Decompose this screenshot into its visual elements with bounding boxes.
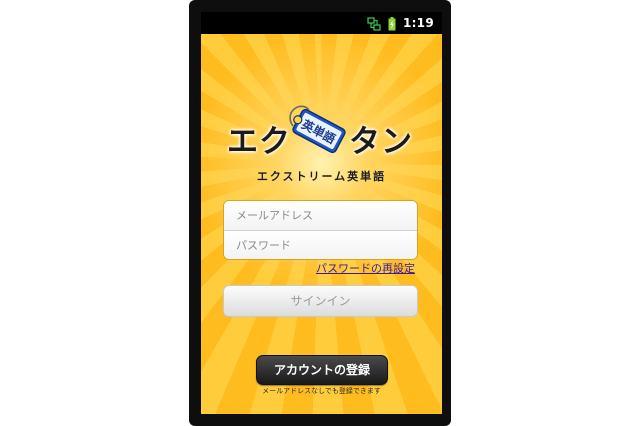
- login-form: [223, 200, 418, 260]
- email-field[interactable]: [224, 201, 417, 230]
- battery-charging-icon: [388, 16, 396, 31]
- password-field[interactable]: [224, 230, 417, 259]
- signin-button[interactable]: サインイン: [223, 285, 418, 317]
- status-bar: 1:19: [201, 12, 442, 34]
- network-sync-icon: [367, 16, 381, 31]
- app-logo: エク 英単語 タン: [201, 96, 442, 166]
- word-tag-icon: 英単語: [289, 105, 346, 154]
- logo-text-left: エク: [227, 124, 291, 160]
- status-clock: 1:19: [402, 16, 434, 30]
- app-screen: エク 英単語 タン エクストリーム英単語 パスワードの再設定 サインイン アカウ…: [201, 34, 442, 414]
- logo-text-right: タン: [349, 124, 413, 160]
- reset-password-link[interactable]: パスワードの再設定: [316, 260, 415, 276]
- register-note: メールアドレスなしでも登録できます: [262, 387, 381, 395]
- register-account-button[interactable]: アカウントの登録: [256, 355, 388, 385]
- app-subtitle: エクストリーム英単語: [256, 170, 387, 183]
